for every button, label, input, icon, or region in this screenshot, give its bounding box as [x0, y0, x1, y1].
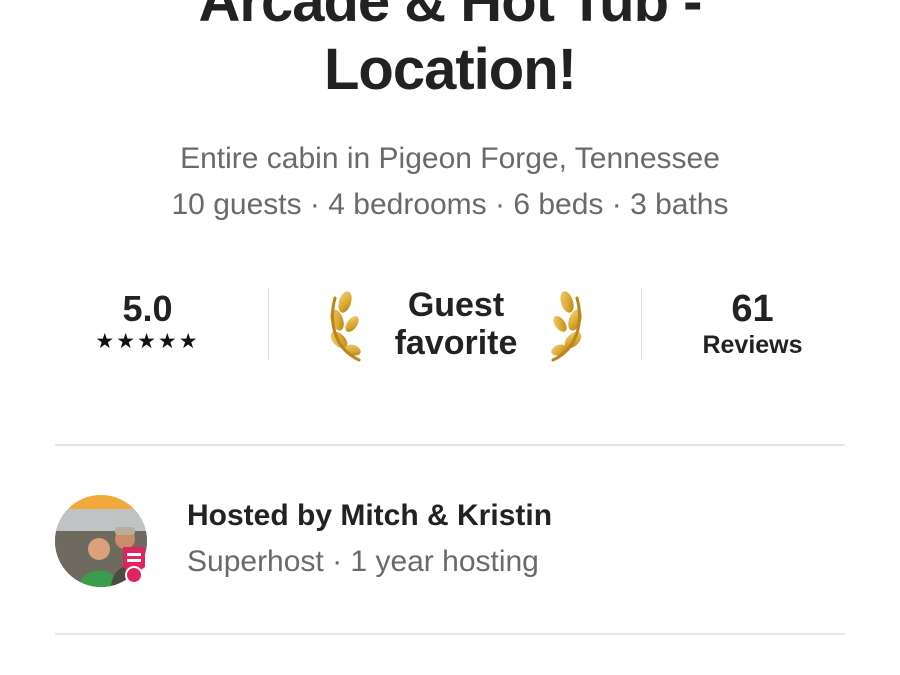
listing-capacity: 10 guests · 4 bedrooms · 6 beds · 3 bath… [171, 188, 729, 221]
rating-stars-icon: ★★★★★ [95, 330, 200, 353]
listing-title-line-2: Location! [324, 37, 577, 102]
guest-favorite-badge[interactable]: Guest favorite [325, 286, 587, 366]
reviews-label: Reviews [702, 331, 803, 359]
listing-type-location: Entire cabin in Pigeon Forge, Tennessee [180, 142, 720, 175]
rating-value: 5.0 [122, 288, 173, 329]
guest-favorite-line-2: favorite [394, 324, 518, 362]
host-name: Hosted by Mitch & Kristin [187, 499, 553, 532]
listing-title: Arcade & Hot Tub - Location! [0, 0, 900, 104]
host-section[interactable]: Hosted by Mitch & Kristin Superhost · 1 … [55, 495, 845, 590]
laurel-left-icon [330, 291, 361, 362]
reviews-count: 61 [731, 288, 774, 330]
host-meta: Superhost · 1 year hosting [187, 545, 539, 578]
rating-summary[interactable]: 5.0 ★★★★★ [85, 288, 210, 354]
laurel-right-icon [551, 291, 582, 362]
listing-subtitle: Entire cabin in Pigeon Forge, Tennessee … [0, 136, 900, 228]
listing-page: Arcade & Hot Tub - Location! Entire cabi… [0, 0, 900, 675]
listing-stats-bar: 5.0 ★★★★★ Guest favorite 61 Reviews [55, 280, 845, 370]
guest-favorite-line-1: Guest [407, 286, 505, 324]
stats-divider [641, 288, 642, 360]
section-divider [55, 444, 845, 446]
guest-favorite-label: Guest favorite [369, 286, 543, 362]
stats-divider [268, 288, 269, 360]
section-divider [55, 633, 845, 635]
listing-title-line-1: Arcade & Hot Tub - [198, 0, 703, 34]
superhost-badge-icon [123, 547, 145, 584]
reviews-summary[interactable]: 61 Reviews [685, 288, 820, 360]
